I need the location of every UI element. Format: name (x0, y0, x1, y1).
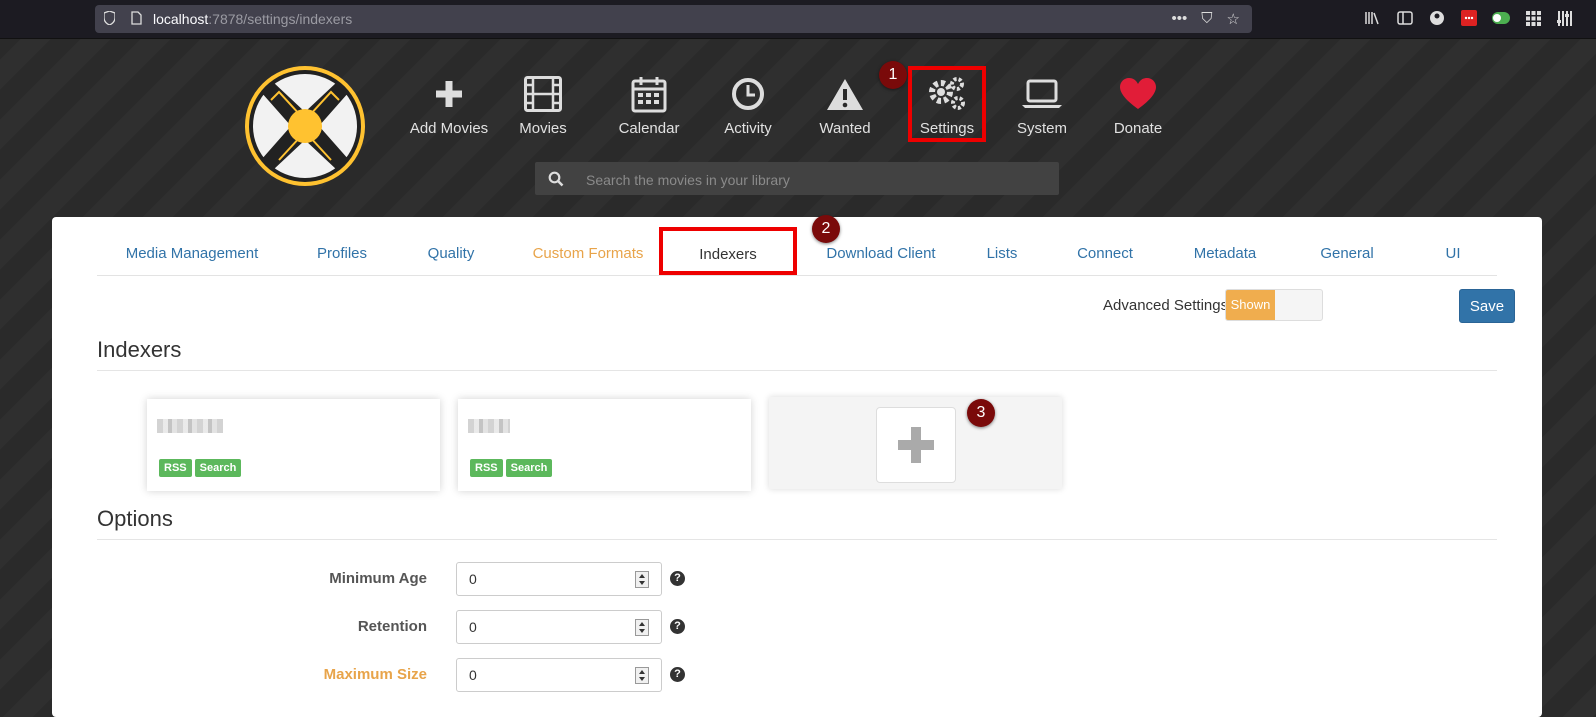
page-icon (131, 11, 142, 25)
number-spinner[interactable] (635, 619, 649, 636)
bookmark-star-icon[interactable]: ☆ (1227, 10, 1240, 28)
nav-label: Calendar (618, 120, 680, 137)
divider (97, 370, 1497, 371)
minimum-age-label: Minimum Age (329, 570, 427, 587)
help-icon[interactable]: ? (670, 667, 685, 682)
indexer-name-redacted (468, 419, 510, 433)
annotation-badge-2: 2 (812, 215, 840, 243)
advanced-settings-toggle[interactable]: Shown (1225, 289, 1323, 321)
tab-ui[interactable]: UI (1409, 231, 1497, 275)
save-button[interactable]: Save (1459, 289, 1515, 323)
nav-movies[interactable]: Movies (500, 74, 586, 137)
nav-label: Settings (919, 120, 975, 137)
settings-tabs: Media Management Profiles Quality Custom… (97, 227, 1497, 276)
nav-donate[interactable]: Donate (1095, 74, 1181, 137)
warning-icon (827, 79, 863, 110)
movie-search[interactable] (535, 162, 1059, 197)
film-icon (524, 76, 562, 112)
library-icon[interactable] (1364, 9, 1382, 27)
options-heading: Options (97, 506, 173, 531)
nav-label: Add Movies (409, 120, 489, 137)
tab-lists[interactable]: Lists (959, 231, 1045, 275)
nav-system[interactable]: System (999, 74, 1085, 137)
help-icon[interactable]: ? (670, 571, 685, 586)
extension-red-icon[interactable] (1460, 9, 1478, 27)
add-indexer-card[interactable]: 3 (769, 397, 1062, 489)
search-badge: Search (505, 459, 553, 477)
indexer-card[interactable]: RSS Search (147, 399, 440, 491)
retention-label: Retention (357, 618, 427, 635)
radarr-logo[interactable] (243, 64, 367, 188)
tab-metadata[interactable]: Metadata (1165, 231, 1285, 275)
toggle-shown-state: Shown (1226, 290, 1275, 320)
tab-media-management[interactable]: Media Management (97, 231, 287, 275)
search-icon (548, 171, 564, 187)
laptop-icon (1022, 79, 1062, 108)
tab-custom-formats[interactable]: Custom Formats (505, 231, 671, 275)
nav-label: System (1016, 120, 1067, 137)
pocket-icon[interactable]: ⛉ (1201, 10, 1212, 28)
gears-icon (929, 77, 965, 110)
sidebar-icon[interactable] (1396, 9, 1414, 27)
grid-icon[interactable] (1524, 9, 1542, 27)
search-input[interactable] (584, 162, 1048, 197)
help-icon[interactable]: ? (670, 619, 685, 634)
rss-badge: RSS (470, 459, 503, 477)
tab-indexers[interactable]: Indexers (659, 227, 797, 275)
retention-input[interactable]: 0 (456, 610, 662, 644)
indexer-name-redacted (157, 419, 223, 433)
minimum-age-input[interactable]: 0 (456, 562, 662, 596)
nav-calendar[interactable]: Calendar (606, 74, 692, 137)
nav-activity[interactable]: Activity (705, 74, 791, 137)
clock-icon (732, 78, 764, 110)
address-bar[interactable]: localhost:7878/settings/indexers ••• ⛉ ☆ (95, 5, 1252, 33)
extension-toggle-icon[interactable] (1492, 9, 1510, 27)
tab-quality[interactable]: Quality (397, 231, 505, 275)
nav-label: Donate (1113, 120, 1163, 137)
maximum-size-label: Maximum Size (323, 666, 427, 683)
minimum-age-row: Minimum Age 0 ? (52, 562, 752, 596)
annotation-badge-3: 3 (967, 399, 995, 427)
indexers-heading: Indexers (97, 337, 182, 362)
nav-label: Activity (724, 120, 772, 137)
nav-label: Wanted (819, 120, 871, 137)
nav-settings[interactable]: Settings (908, 66, 986, 142)
add-indexer-button[interactable] (876, 407, 956, 483)
rss-badge: RSS (159, 459, 192, 477)
calendar-icon (631, 77, 667, 113)
search-badge: Search (194, 459, 242, 477)
plus-icon (898, 427, 934, 463)
number-spinner[interactable] (635, 667, 649, 684)
annotation-badge-1: 1 (879, 61, 907, 89)
maximum-size-row: Maximum Size 0 ? (52, 658, 752, 692)
more-actions-icon[interactable]: ••• (1172, 10, 1188, 28)
advanced-settings-label: Advanced Settings (1103, 297, 1229, 314)
tab-general[interactable]: General (1285, 231, 1409, 275)
retention-row: Retention 0 ? (52, 610, 752, 644)
divider (97, 539, 1497, 540)
plus-icon (436, 81, 462, 107)
equalizer-icon[interactable] (1556, 9, 1574, 27)
indexer-card[interactable]: RSS Search (458, 399, 751, 491)
nav-add-movies[interactable]: Add Movies (406, 74, 492, 137)
nav-label: Movies (519, 120, 567, 137)
shield-icon (104, 11, 115, 25)
tab-profiles[interactable]: Profiles (287, 231, 397, 275)
account-icon[interactable] (1428, 9, 1446, 27)
nav-wanted[interactable]: Wanted (802, 74, 888, 137)
maximum-size-input[interactable]: 0 (456, 658, 662, 692)
settings-panel: Media Management Profiles Quality Custom… (52, 215, 1542, 717)
number-spinner[interactable] (635, 571, 649, 588)
heart-icon (1120, 78, 1156, 109)
url-text: localhost:7878/settings/indexers (153, 11, 353, 27)
browser-toolbar: localhost:7878/settings/indexers ••• ⛉ ☆ (0, 0, 1596, 39)
tab-connect[interactable]: Connect (1045, 231, 1165, 275)
